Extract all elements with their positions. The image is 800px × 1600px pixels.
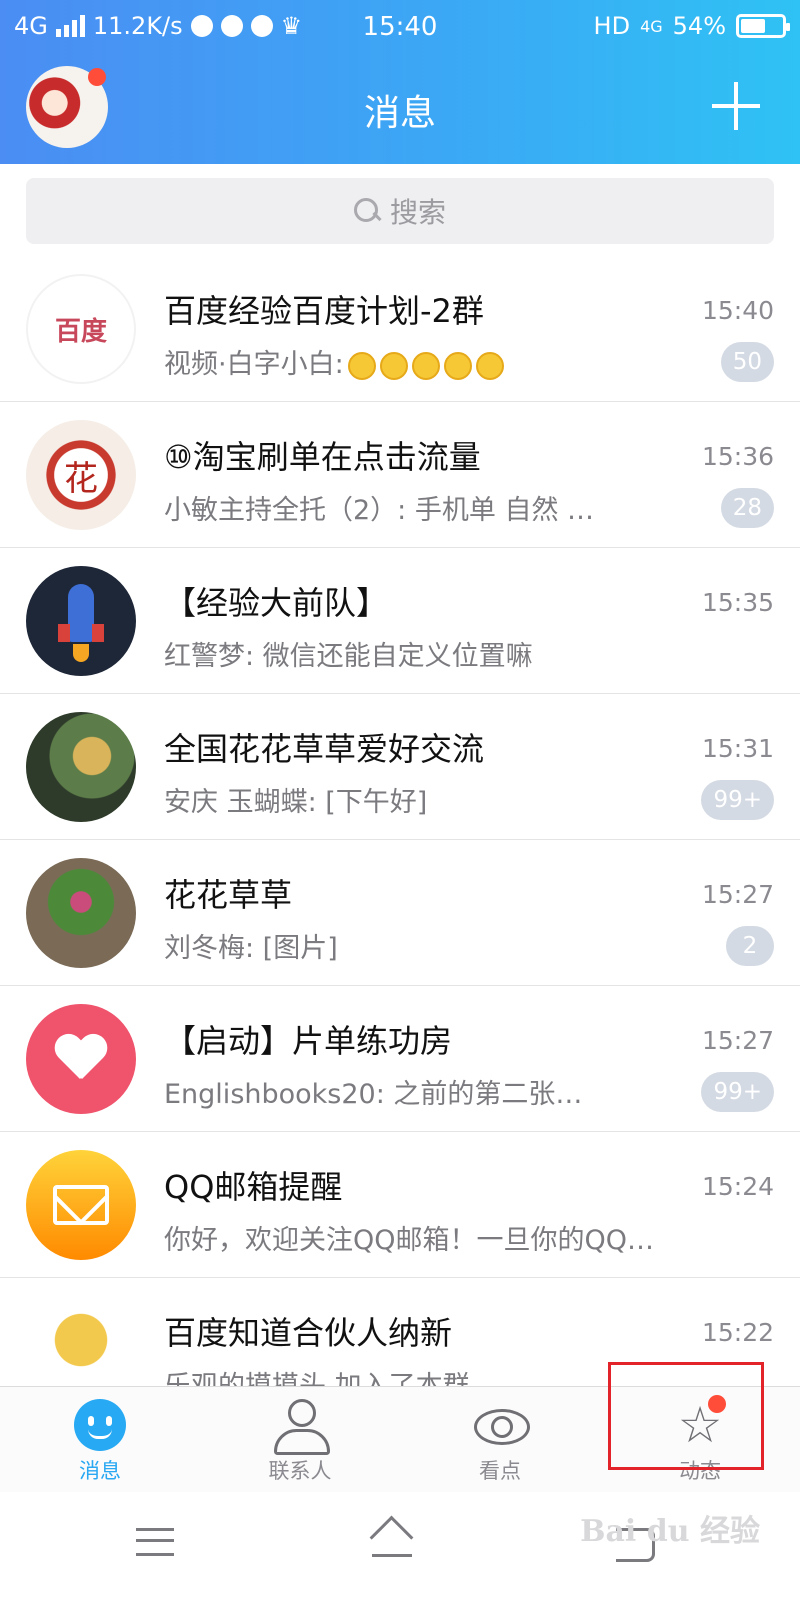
conversation-time: 15:24 [701, 1172, 774, 1201]
conversation-name: 百度经验百度计划-2群 [164, 292, 484, 330]
group-avatar: 花 [26, 420, 136, 530]
status-right: HD 4G 54% [593, 12, 790, 40]
tab-label: 消息 [79, 1459, 121, 1483]
conversation-item[interactable]: 百度知道合伙人纳新 乐观的摸摸头 加入了本群 15:22 [0, 1278, 800, 1386]
emoji-icon [411, 351, 440, 380]
conversation-item[interactable]: 全国花花草草爱好交流 安庆 玉蝴蝶: [下午好] 15:31 99+ [0, 694, 800, 840]
trophy-avatar [26, 1296, 136, 1386]
conversation-item[interactable]: 【启动】片单练功房 Englishbooks20: 之前的第二张… 15:27 … [0, 986, 800, 1132]
heart-avatar [26, 1004, 136, 1114]
conversation-preview: 你好，欢迎关注QQ邮箱！一旦你的QQ… [164, 1225, 655, 1256]
conversation-preview: 乐观的摸摸头 加入了本群 [164, 1364, 470, 1386]
conversation-name: 百度知道合伙人纳新 [164, 1314, 453, 1352]
conversation-preview: 视频·白字小白: [164, 342, 504, 381]
unread-badge: 99+ [701, 780, 774, 820]
conversation-time: 15:36 [701, 442, 774, 471]
contacts-icon [272, 1399, 330, 1455]
tab-contacts[interactable]: 联系人 [200, 1387, 400, 1492]
conversation-item[interactable]: 花花草草 刘冬梅: [图片] 15:27 2 [0, 840, 800, 986]
unread-badge: 28 [720, 488, 774, 528]
conversation-name: 全国花花草草爱好交流 [164, 730, 485, 768]
conversation-time: 15:31 [701, 734, 774, 763]
conversation-name: QQ邮箱提醒 [164, 1168, 343, 1206]
tab-dongtai[interactable]: ☆ 动态 [600, 1387, 800, 1492]
conversation-time: 15:40 [701, 296, 774, 325]
watermark-logo: Bai du 经验 [580, 1514, 760, 1549]
conversation-item[interactable]: 百度 百度经验百度计划-2群 视频·白字小白: 15:40 50 [0, 256, 800, 402]
message-icon [74, 1399, 126, 1451]
app-header: 4G 11.2K/s ♛ 15:40 HD 4G 54% 消息 [0, 0, 800, 164]
menu-icon[interactable] [136, 1522, 176, 1562]
search-placeholder: 搜索 [389, 196, 446, 229]
emoji-icon [347, 351, 376, 380]
conversation-item[interactable]: 【经验大前队】 红警梦: 微信还能自定义位置嘛 15:35 [0, 548, 800, 694]
conversation-name: 【经验大前队】 [164, 584, 389, 622]
hd-indicator: HD [593, 12, 631, 40]
conversation-time: 15:27 [701, 1026, 774, 1055]
group-avatar: 百度 [26, 274, 136, 384]
conversation-preview: 安庆 玉蝴蝶: [下午好] [164, 787, 428, 818]
bottom-tab-bar: 消息 联系人 看点 ☆ 动态 [0, 1386, 800, 1492]
conversation-name: 花花草草 [164, 876, 293, 914]
search-icon [353, 198, 380, 224]
emoji-icon [443, 351, 472, 380]
conversation-item[interactable]: 花 ⑩淘宝刷单在点击流量 小敏主持全托（2）: 手机单 自然 … 15:36 2… [0, 402, 800, 548]
battery-percent: 54% [672, 12, 726, 40]
conversation-preview: 刘冬梅: [图片] [164, 933, 338, 964]
rocket-avatar [26, 566, 136, 676]
tab-kandian[interactable]: 看点 [400, 1387, 600, 1492]
conversation-preview: Englishbooks20: 之前的第二张… [164, 1079, 583, 1110]
tab-label: 联系人 [268, 1459, 332, 1483]
emoji-icon [379, 351, 408, 380]
unread-badge: 2 [726, 926, 774, 966]
group-avatar [26, 712, 136, 822]
conversation-time: 15:22 [701, 1318, 774, 1347]
conversation-preview: 小敏主持全托（2）: 手机单 自然 … [164, 495, 595, 526]
emoji-icon [475, 351, 504, 380]
page-title: 消息 [363, 93, 436, 134]
tab-label: 看点 [479, 1459, 521, 1483]
plus-icon[interactable] [712, 82, 760, 130]
conversation-time: 15:27 [701, 880, 774, 909]
eye-icon [472, 1399, 528, 1451]
tab-messages[interactable]: 消息 [0, 1387, 200, 1492]
notification-dot [708, 1395, 726, 1413]
search-bar[interactable]: 搜索 [26, 178, 774, 244]
system-nav-bar: Bai du 经验 [0, 1492, 800, 1600]
home-icon[interactable] [372, 1522, 412, 1562]
unread-badge: 99+ [701, 1072, 774, 1112]
mail-avatar [26, 1150, 136, 1260]
battery-icon [736, 14, 790, 38]
conversation-time: 15:35 [701, 588, 774, 617]
conversation-list: 百度 百度经验百度计划-2群 视频·白字小白: 15:40 50 花 ⑩淘宝刷单… [0, 256, 800, 1386]
network-indicator: 4G [640, 16, 663, 36]
status-bar: 4G 11.2K/s ♛ 15:40 HD 4G 54% [0, 0, 800, 56]
conversation-name: ⑩淘宝刷单在点击流量 [164, 438, 481, 476]
unread-badge: 50 [720, 342, 774, 382]
conversation-preview: 红警梦: 微信还能自定义位置嘛 [164, 641, 533, 672]
conversation-item[interactable]: QQ邮箱提醒 你好，欢迎关注QQ邮箱！一旦你的QQ… 15:24 [0, 1132, 800, 1278]
group-avatar [26, 858, 136, 968]
conversation-name: 【启动】片单练功房 [164, 1022, 453, 1060]
tab-label: 动态 [679, 1459, 721, 1483]
